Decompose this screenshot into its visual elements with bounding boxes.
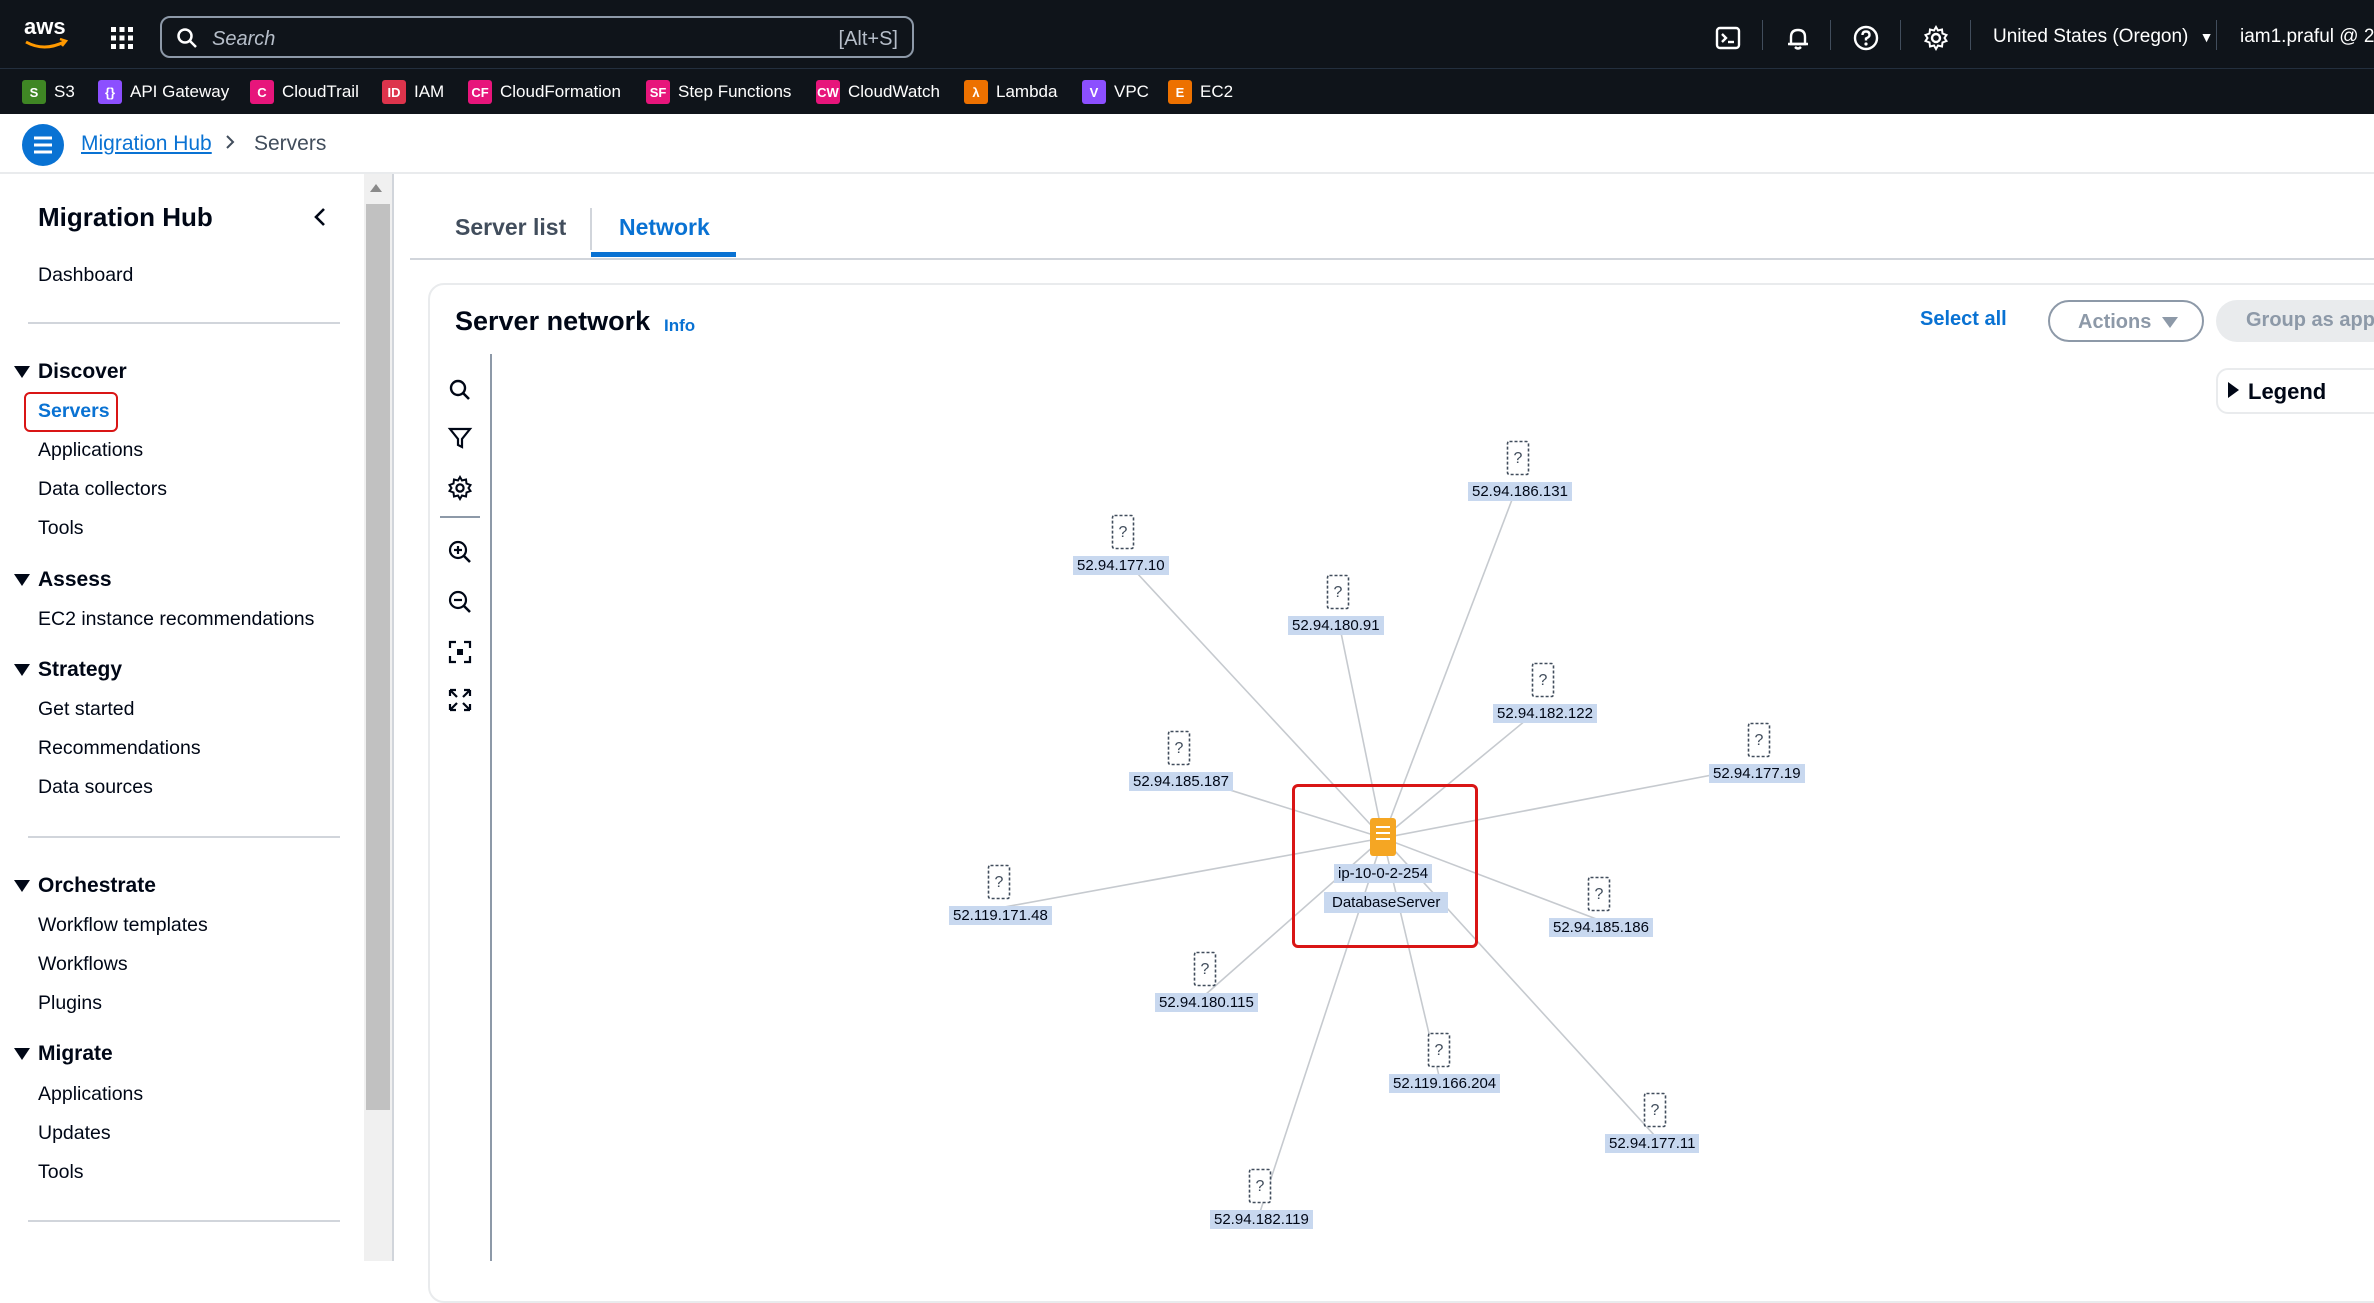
database-server-icon[interactable]: [1370, 818, 1396, 856]
svg-text:?: ?: [1175, 740, 1184, 757]
node-label[interactable]: 52.94.182.122: [1493, 704, 1597, 723]
svg-text:?: ?: [1755, 732, 1764, 749]
center-node-name[interactable]: ip-10-0-2-254: [1334, 864, 1433, 883]
network-edges: [998, 483, 1760, 1213]
node-label[interactable]: 52.94.177.19: [1709, 764, 1805, 783]
svg-text:?: ?: [1119, 524, 1128, 541]
unknown-server-icon[interactable]: ?: [987, 864, 1011, 900]
unknown-server-icon[interactable]: ?: [1193, 951, 1217, 987]
unknown-server-icon[interactable]: ?: [1427, 1032, 1451, 1068]
center-node-label[interactable]: DatabaseServer: [1324, 892, 1449, 913]
svg-text:?: ?: [1435, 1042, 1444, 1059]
svg-text:?: ?: [1201, 961, 1210, 978]
node-label[interactable]: 52.94.180.91: [1288, 616, 1384, 635]
svg-text:?: ?: [1595, 886, 1604, 903]
svg-text:?: ?: [1651, 1102, 1660, 1119]
unknown-server-icon[interactable]: ?: [1248, 1168, 1272, 1204]
svg-text:?: ?: [995, 874, 1004, 891]
node-label[interactable]: 52.94.177.10: [1073, 556, 1169, 575]
node-label[interactable]: 52.94.185.187: [1129, 772, 1233, 791]
svg-text:?: ?: [1539, 672, 1548, 689]
node-label[interactable]: 52.94.186.131: [1468, 482, 1572, 501]
unknown-server-icon[interactable]: ?: [1531, 662, 1555, 698]
unknown-server-icon[interactable]: ?: [1167, 730, 1191, 766]
unknown-server-icon[interactable]: ?: [1111, 514, 1135, 550]
node-label[interactable]: 52.119.166.204: [1389, 1074, 1501, 1093]
node-label[interactable]: 52.119.171.48: [949, 906, 1052, 925]
node-label[interactable]: 52.94.185.186: [1549, 918, 1653, 937]
node-label[interactable]: 52.94.177.11: [1605, 1134, 1700, 1153]
node-label[interactable]: 52.94.182.119: [1210, 1210, 1313, 1229]
svg-text:?: ?: [1514, 450, 1523, 467]
node-label[interactable]: 52.94.180.115: [1155, 993, 1258, 1012]
unknown-server-icon[interactable]: ?: [1747, 722, 1771, 758]
svg-text:?: ?: [1256, 1178, 1265, 1195]
svg-text:?: ?: [1334, 584, 1343, 601]
unknown-server-icon[interactable]: ?: [1326, 574, 1350, 610]
unknown-server-icon[interactable]: ?: [1506, 440, 1530, 476]
unknown-server-icon[interactable]: ?: [1643, 1092, 1667, 1128]
unknown-server-icon[interactable]: ?: [1587, 876, 1611, 912]
